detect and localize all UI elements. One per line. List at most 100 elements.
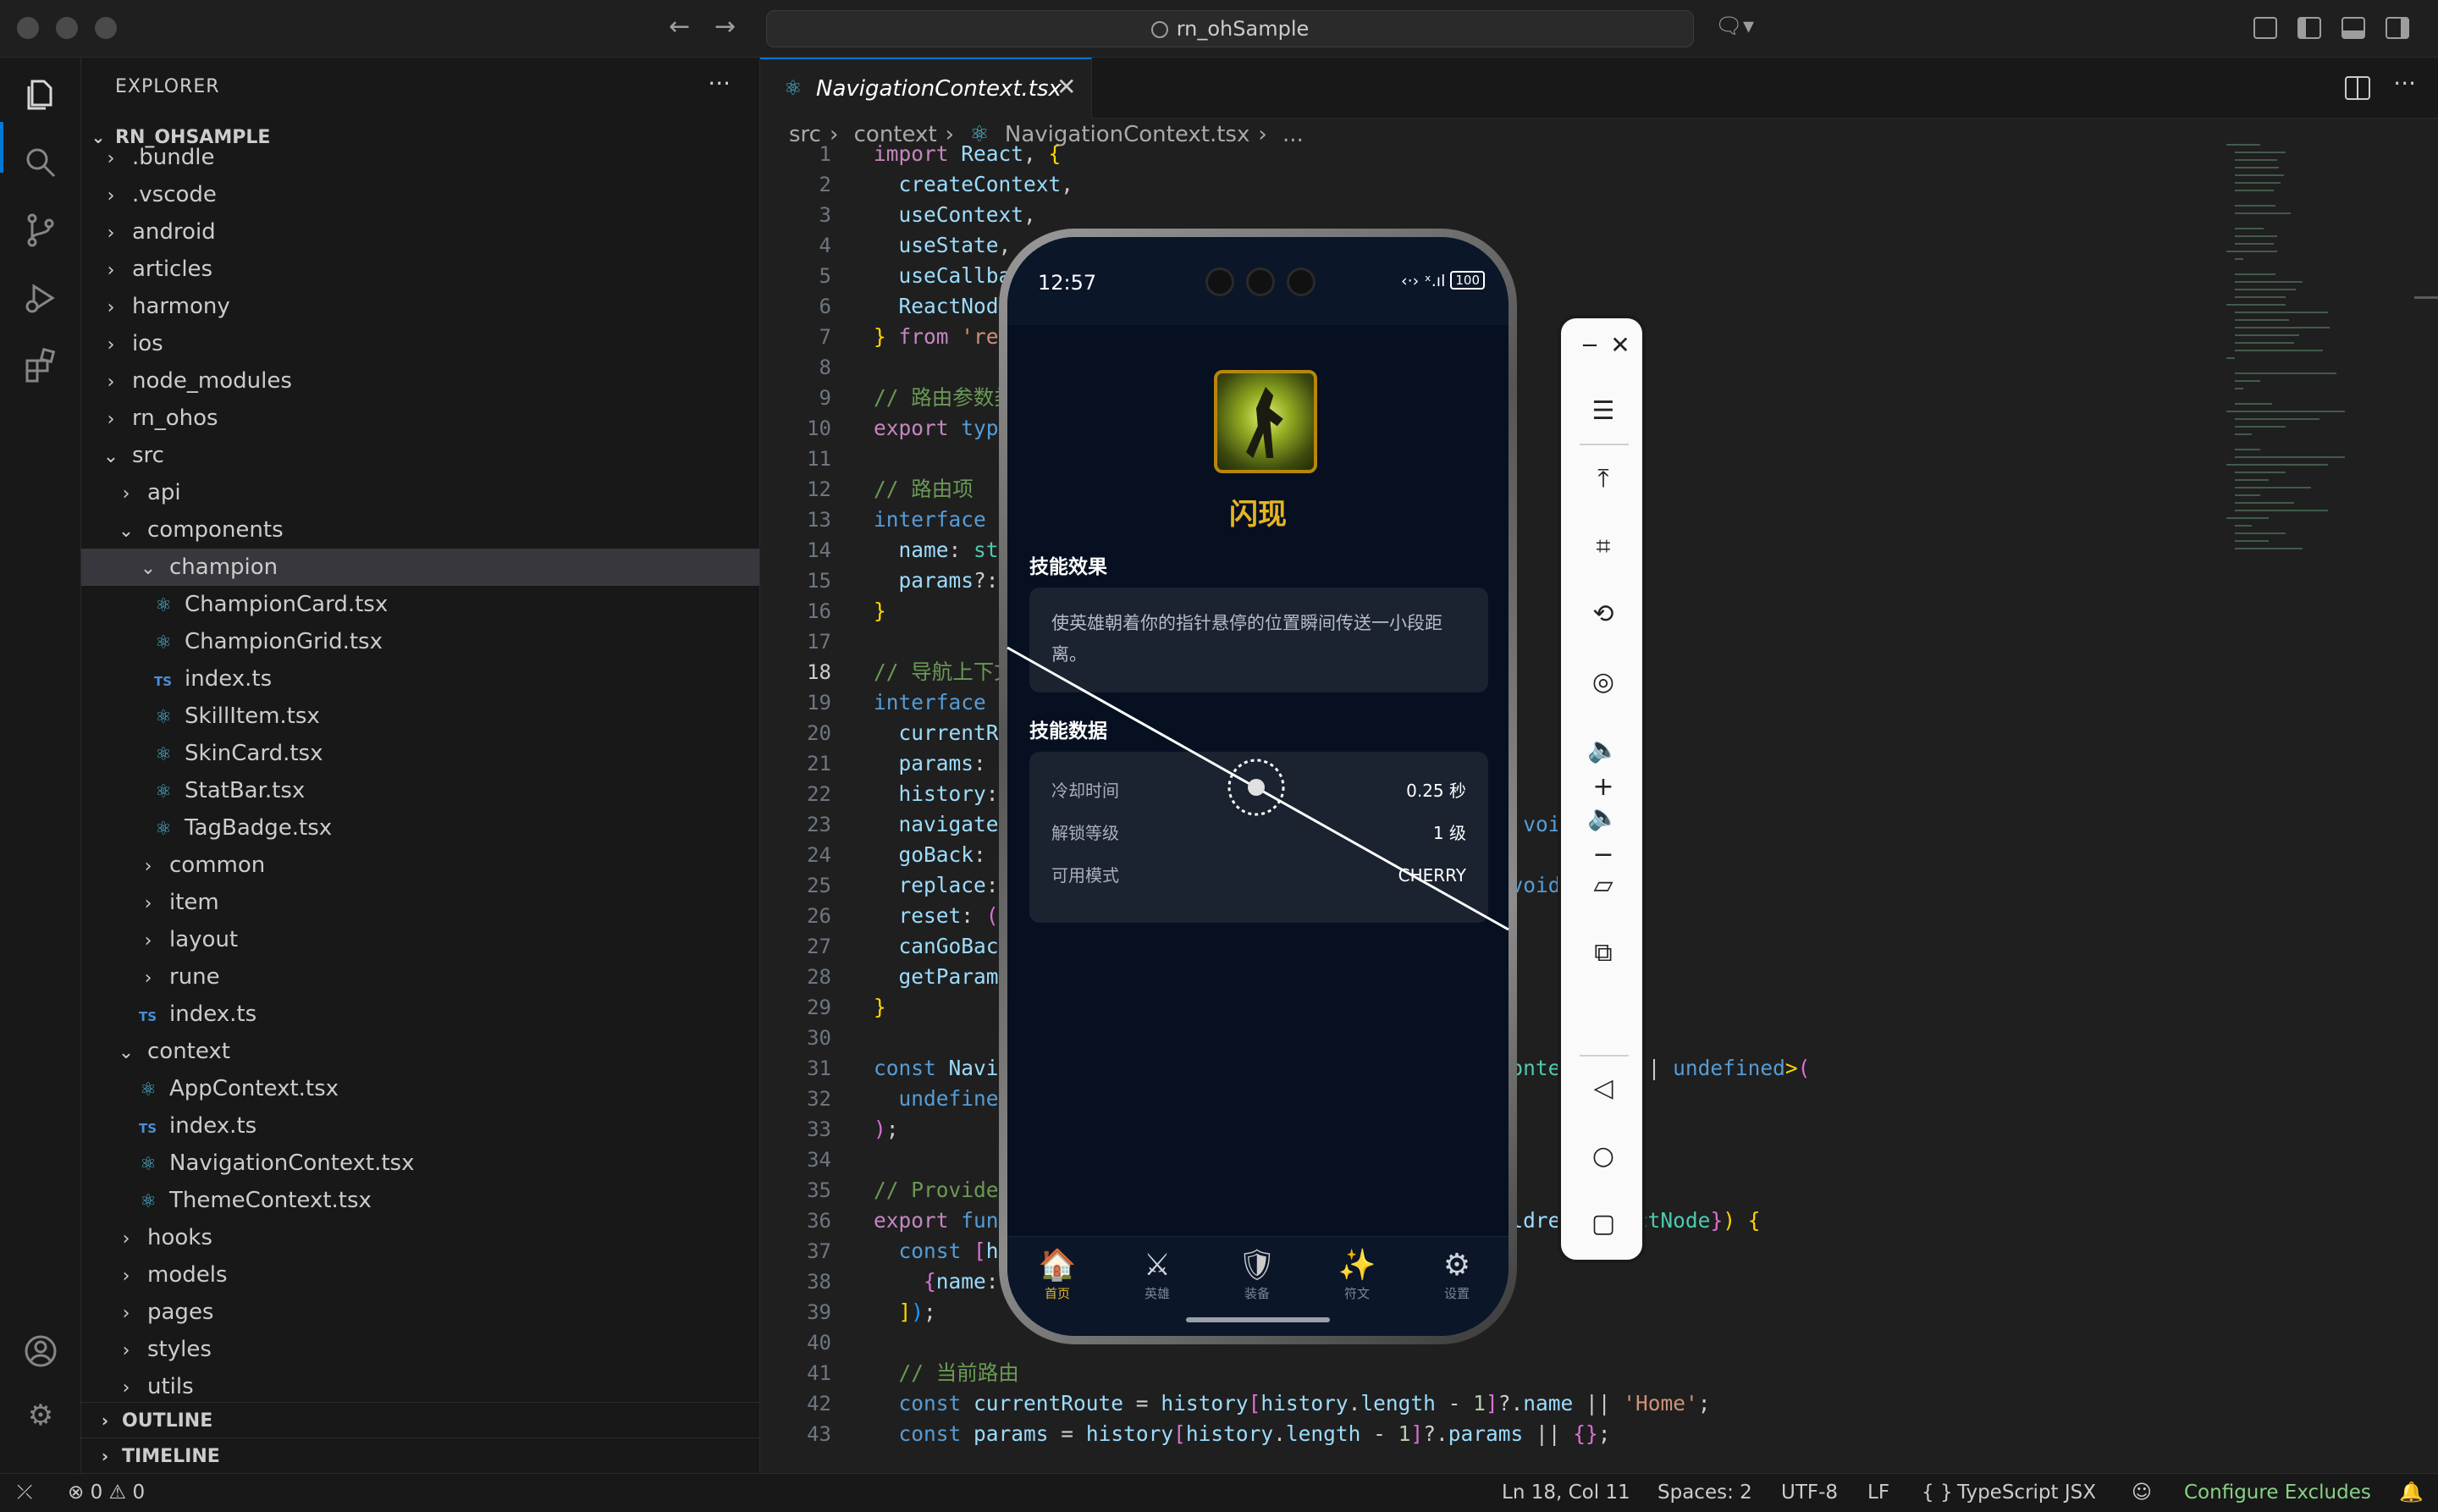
tree-file[interactable]: TS index.ts	[81, 660, 759, 698]
volume-down-icon[interactable]: 🔈−	[1585, 799, 1622, 869]
explorer-icon[interactable]	[22, 76, 59, 113]
more-actions-icon[interactable]: ···	[708, 69, 731, 97]
tree-file[interactable]: ⚛ TagBadge.tsx	[81, 809, 759, 847]
tree-folder[interactable]: › rune	[81, 958, 759, 996]
phone-screen[interactable]: 12:57 ‹·› ˣ.ıl 100 闪现 技能效果 使英雄朝着你的指针悬停的位置…	[1007, 237, 1509, 1336]
rotate-device-icon[interactable]: ▱	[1585, 867, 1622, 904]
configure-excludes[interactable]: Configure Excludes	[2184, 1474, 2371, 1511]
tree-folder[interactable]: ⌄ context	[81, 1033, 759, 1070]
close-tab-icon[interactable]: ✕	[1056, 73, 1076, 101]
code-line[interactable]: const currentRoute = history[history.len…	[874, 1388, 1711, 1419]
code-line[interactable]: }	[874, 992, 886, 1023]
tab-settings[interactable]: ⚙ 设置	[1407, 1247, 1507, 1302]
problems-indicator[interactable]: ⊗ 0 ⚠ 0	[68, 1474, 145, 1511]
accounts-icon[interactable]	[22, 1333, 59, 1370]
tab-champions[interactable]: ⚔ 英雄	[1107, 1247, 1207, 1302]
tree-file[interactable]: TS index.ts	[81, 1107, 759, 1145]
indentation[interactable]: Spaces: 2	[1658, 1474, 1752, 1511]
code-line[interactable]: // 当前路由	[874, 1358, 1019, 1388]
code-line[interactable]: createContext,	[874, 169, 1074, 200]
tree-folder[interactable]: › utils	[81, 1368, 759, 1405]
close-window-button[interactable]	[17, 17, 39, 39]
tree-folder[interactable]: › ios	[81, 325, 759, 362]
tree-folder[interactable]: › layout	[81, 921, 759, 958]
end-of-line[interactable]: LF	[1867, 1474, 1889, 1511]
code-line[interactable]: // 路由项	[874, 474, 974, 505]
tree-file[interactable]: TS index.ts	[81, 996, 759, 1033]
code-line[interactable]: const params = history[history.length - …	[874, 1419, 1611, 1449]
record-icon[interactable]: ◎	[1585, 664, 1622, 701]
encoding[interactable]: UTF-8	[1781, 1474, 1838, 1511]
tree-folder[interactable]: ⌄ src	[81, 437, 759, 474]
breadcrumb-symbol[interactable]: ...	[1282, 122, 1304, 147]
minimize-window-button[interactable]	[56, 17, 78, 39]
back-arrow-icon[interactable]: ←	[669, 12, 690, 41]
minimap[interactable]	[2226, 119, 2438, 626]
tree-folder[interactable]: › common	[81, 847, 759, 884]
toggle-primary-sidebar-icon[interactable]	[2297, 17, 2321, 39]
split-editor-icon[interactable]	[2345, 76, 2370, 100]
outline-section[interactable]: › OUTLINE	[81, 1402, 759, 1438]
code-line[interactable]: import React, {	[874, 139, 1061, 169]
tab-navigation-context[interactable]: ⚛ NavigationContext.tsx ✕	[760, 58, 1092, 119]
volume-up-icon[interactable]: 🔈+	[1585, 731, 1622, 802]
tree-file[interactable]: ⚛ ChampionGrid.tsx	[81, 623, 759, 660]
copilot-chat-icon[interactable]: 🗨▾	[1715, 14, 1754, 39]
tree-file[interactable]: ⚛ SkinCard.tsx	[81, 735, 759, 772]
home-circle-icon[interactable]: ○	[1585, 1138, 1622, 1175]
crop-screenshot-icon[interactable]: ⌗	[1585, 528, 1622, 566]
toggle-secondary-sidebar-icon[interactable]	[2386, 17, 2409, 39]
tree-folder[interactable]: › rn_ohos	[81, 400, 759, 437]
code-line[interactable]: }	[874, 596, 886, 626]
rotate-icon[interactable]: ⟲	[1585, 596, 1622, 633]
tree-folder[interactable]: › android	[81, 213, 759, 251]
scrollbar-marker[interactable]	[2414, 296, 2438, 299]
fold-device-icon[interactable]: ⧉	[1585, 935, 1622, 972]
zoom-window-button[interactable]	[95, 17, 117, 39]
tab-items[interactable]: 🛡 装备	[1207, 1247, 1307, 1302]
command-center-search[interactable]: rn_ohSample	[766, 10, 1694, 47]
timeline-section[interactable]: › TIMELINE	[81, 1438, 759, 1473]
cursor-position[interactable]: Ln 18, Col 11	[1502, 1474, 1630, 1511]
code-line[interactable]: );	[874, 1114, 899, 1145]
pin-top-icon[interactable]: ⤒	[1585, 461, 1622, 498]
tree-file[interactable]: ⚛ NavigationContext.tsx	[81, 1145, 759, 1182]
tree-folder[interactable]: › hooks	[81, 1219, 759, 1256]
tree-folder[interactable]: › models	[81, 1256, 759, 1294]
tree-folder[interactable]: › styles	[81, 1331, 759, 1368]
back-icon[interactable]: ◁	[1585, 1070, 1622, 1107]
tree-file[interactable]: ⚛ AppContext.tsx	[81, 1070, 759, 1107]
tree-folder[interactable]: › .vscode	[81, 176, 759, 213]
code-line[interactable]: undefined	[874, 1084, 1012, 1114]
source-control-icon[interactable]	[22, 212, 59, 249]
extensions-icon[interactable]	[22, 347, 59, 384]
tree-folder[interactable]: › node_modules	[81, 362, 759, 400]
editor-more-icon[interactable]: ···	[2393, 69, 2416, 97]
tab-runes[interactable]: ✨ 符文	[1307, 1247, 1407, 1302]
home-indicator[interactable]	[1186, 1317, 1330, 1322]
toggle-panel-icon[interactable]	[2341, 17, 2365, 39]
code-line[interactable]: useContext,	[874, 200, 1036, 230]
menu-icon[interactable]: ☰	[1585, 393, 1622, 430]
tree-folder[interactable]: › pages	[81, 1294, 759, 1331]
remote-icon[interactable]: ⤫	[17, 1474, 32, 1511]
customize-layout-icon[interactable]	[2253, 17, 2277, 39]
tree-folder[interactable]: › .bundle	[81, 139, 759, 176]
tree-folder[interactable]: › item	[81, 884, 759, 921]
forward-arrow-icon[interactable]: →	[714, 12, 736, 41]
language-mode[interactable]: TypeScript JSX	[1957, 1474, 2096, 1511]
close-icon[interactable]: ✕	[1602, 327, 1639, 364]
code-line[interactable]: ]);	[874, 1297, 936, 1327]
tree-file[interactable]: ⚛ SkillItem.tsx	[81, 698, 759, 735]
recents-square-icon[interactable]: ▢	[1585, 1206, 1622, 1243]
notifications-bell-icon[interactable]: 🔔	[2399, 1474, 2424, 1511]
code-line[interactable]: useState,	[874, 230, 1012, 261]
tab-home[interactable]: 🏠 首页	[1007, 1247, 1107, 1302]
tree-folder[interactable]: › harmony	[81, 288, 759, 325]
tree-folder[interactable]: › api	[81, 474, 759, 511]
copilot-icon[interactable]: ☺	[2132, 1474, 2152, 1511]
tree-folder[interactable]: › articles	[81, 251, 759, 288]
tree-folder[interactable]: ⌄ components	[81, 511, 759, 549]
manage-gear-icon[interactable]: ⚙	[22, 1397, 59, 1434]
tree-file[interactable]: ⚛ StatBar.tsx	[81, 772, 759, 809]
